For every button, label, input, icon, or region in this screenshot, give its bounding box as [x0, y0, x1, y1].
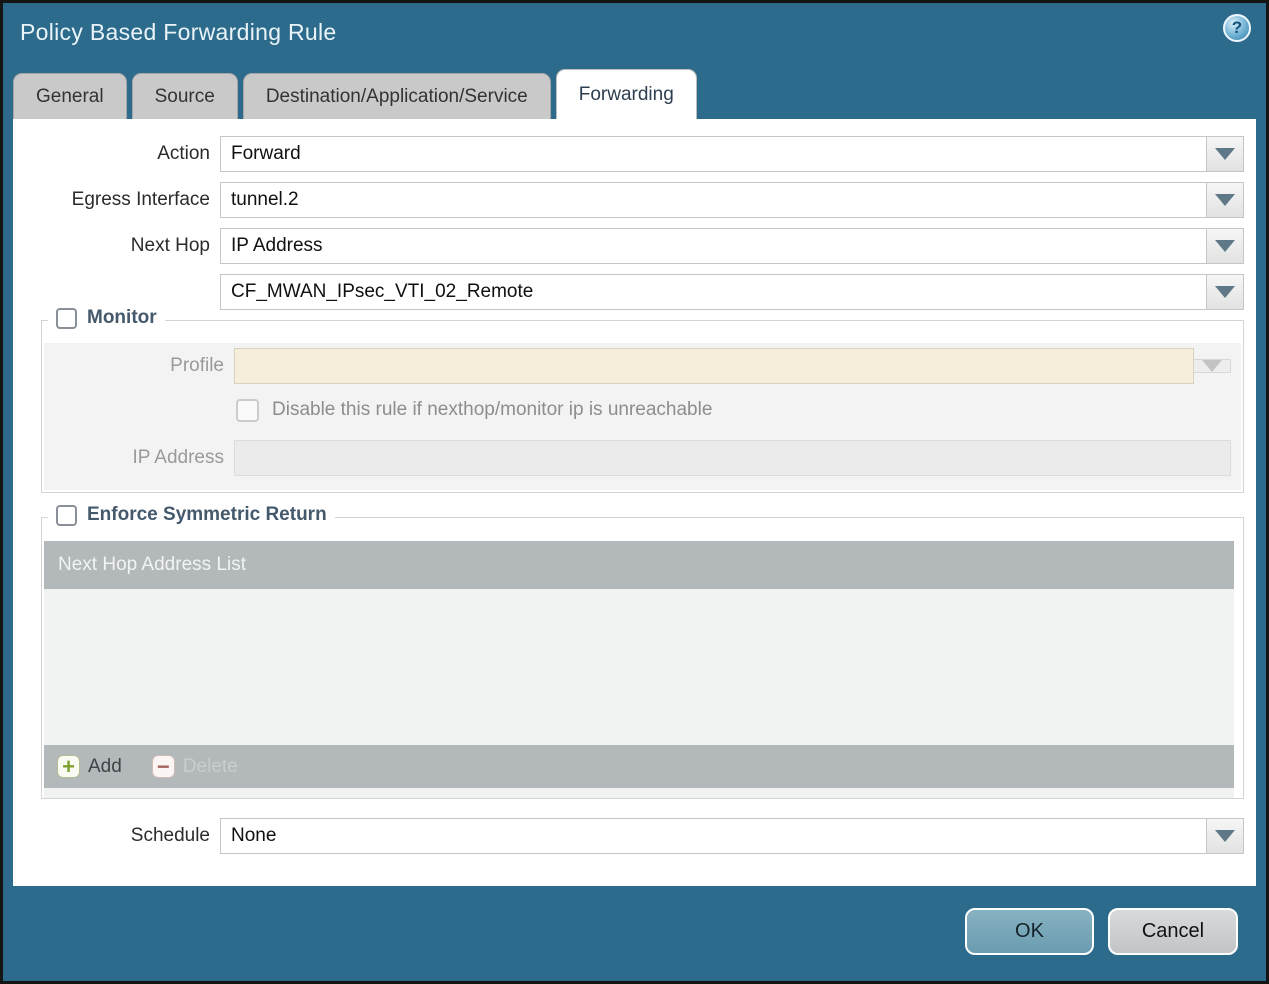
profile-row: Profile — [44, 348, 1231, 384]
action-label: Action — [157, 143, 210, 164]
next-hop-address-list-table: Next Hop Address List + Add − Delete — [44, 541, 1234, 798]
enforce-symmetric-return-legend: Enforce Symmetric Return — [48, 504, 335, 526]
monitor-checkbox[interactable] — [56, 307, 77, 329]
next-hop-address-select[interactable]: CF_MWAN_IPsec_VTI_02_Remote — [220, 274, 1207, 310]
tab-source[interactable]: Source — [131, 73, 238, 119]
table-toolbar: + Add − Delete — [44, 745, 1234, 788]
cancel-button[interactable]: Cancel — [1108, 908, 1238, 955]
monitor-panel: Profile Disable this rule if nexthop/mon… — [44, 343, 1241, 490]
schedule-select[interactable]: None — [220, 818, 1207, 854]
dialog-title: Policy Based Forwarding Rule — [20, 19, 337, 45]
ok-button[interactable]: OK — [965, 908, 1094, 955]
egress-interface-dropdown-button[interactable] — [1207, 182, 1244, 218]
chevron-down-icon — [1215, 830, 1235, 842]
chevron-down-icon — [1215, 148, 1235, 160]
action-dropdown-button[interactable] — [1207, 136, 1244, 172]
chevron-down-icon — [1215, 286, 1235, 298]
disable-rule-checkbox — [236, 398, 259, 422]
dialog-titlebar: Policy Based Forwarding Rule ? — [3, 3, 1266, 63]
monitor-ip-address-row: IP Address — [44, 440, 1231, 476]
monitor-ip-address-input — [234, 440, 1231, 476]
enforce-symmetric-return-checkbox[interactable] — [56, 504, 77, 526]
monitor-legend: Monitor — [48, 307, 165, 329]
tab-general[interactable]: General — [13, 73, 127, 119]
delete-button: − Delete — [151, 755, 238, 778]
next-hop-dropdown-button[interactable] — [1207, 228, 1244, 264]
next-hop-label: Next Hop — [130, 235, 210, 256]
minus-icon: − — [151, 755, 175, 778]
egress-interface-select[interactable]: tunnel.2 — [220, 182, 1207, 218]
schedule-row: Schedule None — [13, 818, 1244, 854]
delete-button-label: Delete — [182, 755, 238, 777]
forwarding-tab-panel: Action Forward Egress Interface tunnel.2… — [13, 119, 1256, 886]
help-icon[interactable]: ? — [1223, 14, 1251, 42]
chevron-down-icon — [1215, 194, 1235, 206]
enforce-symmetric-return-group: Enforce Symmetric Return Next Hop Addres… — [41, 504, 1244, 799]
schedule-dropdown-button[interactable] — [1207, 818, 1244, 854]
table-scrollbar-track — [44, 788, 1234, 798]
egress-interface-label: Egress Interface — [71, 189, 210, 210]
action-row: Action Forward — [13, 136, 1244, 172]
chevron-down-icon — [1202, 360, 1222, 372]
schedule-label: Schedule — [130, 825, 210, 846]
next-hop-row: Next Hop IP Address — [13, 228, 1244, 264]
egress-interface-row: Egress Interface tunnel.2 — [13, 182, 1244, 218]
monitor-ip-address-label: IP Address — [132, 447, 224, 468]
table-body[interactable] — [44, 589, 1234, 745]
profile-dropdown-button — [1194, 359, 1231, 373]
disable-rule-label: Disable this rule if nexthop/monitor ip … — [272, 399, 713, 420]
profile-select — [234, 348, 1194, 384]
table-header[interactable]: Next Hop Address List — [44, 541, 1234, 589]
plus-icon: + — [57, 755, 80, 778]
next-hop-address-row: CF_MWAN_IPsec_VTI_02_Remote — [13, 274, 1244, 310]
profile-label: Profile — [170, 355, 224, 376]
tab-forwarding[interactable]: Forwarding — [555, 69, 697, 119]
next-hop-type-select[interactable]: IP Address — [220, 228, 1207, 264]
next-hop-address-dropdown-button[interactable] — [1207, 274, 1244, 310]
policy-based-forwarding-dialog: Policy Based Forwarding Rule ? General S… — [0, 0, 1269, 984]
enforce-symmetric-return-legend-label: Enforce Symmetric Return — [87, 504, 327, 525]
add-button-label: Add — [88, 755, 122, 777]
tab-destination-application-service[interactable]: Destination/Application/Service — [242, 73, 551, 119]
chevron-down-icon — [1215, 240, 1235, 252]
monitor-group: Monitor Profile Disable this rule if nex… — [41, 307, 1244, 493]
disable-rule-row: Disable this rule if nexthop/monitor ip … — [236, 396, 1241, 424]
add-button[interactable]: + Add — [57, 755, 122, 778]
action-select[interactable]: Forward — [220, 136, 1207, 172]
tab-bar: General Source Destination/Application/S… — [3, 63, 1266, 119]
monitor-legend-label: Monitor — [87, 307, 157, 328]
